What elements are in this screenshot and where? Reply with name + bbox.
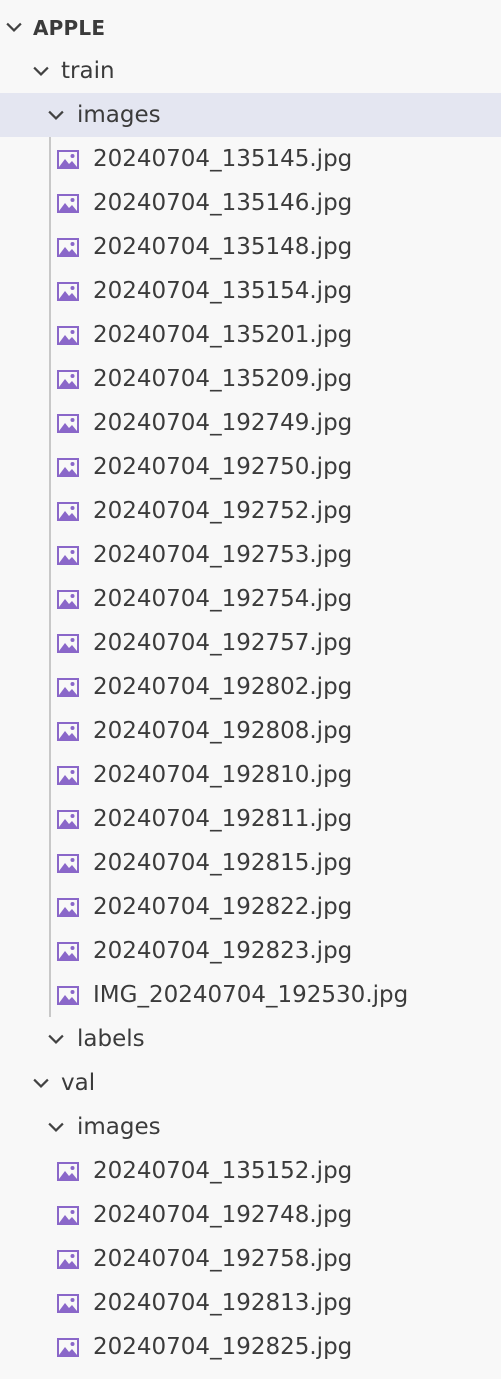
- chevron-down-icon[interactable]: [30, 1072, 52, 1094]
- image-file-icon: [56, 853, 80, 874]
- image-file-icon: [56, 369, 80, 390]
- file-name-label: 20240704_192823.jpg: [93, 938, 353, 964]
- file-item[interactable]: 20240704_135152.jpg: [0, 1149, 501, 1193]
- file-name-label: 20240704_192802.jpg: [93, 674, 353, 700]
- file-name-label: 20240704_135148.jpg: [93, 234, 353, 260]
- file-item[interactable]: 20240704_192813.jpg: [0, 1281, 501, 1325]
- image-file-icon: [56, 237, 80, 258]
- image-file-icon: [56, 1249, 80, 1270]
- file-item[interactable]: 20240704_192823.jpg: [0, 929, 501, 973]
- folder-label-labels: labels: [77, 1026, 145, 1052]
- file-item[interactable]: 20240704_192822.jpg: [0, 885, 501, 929]
- image-file-icon: [56, 941, 80, 962]
- image-file-icon: [56, 1205, 80, 1226]
- file-item[interactable]: IMG_20240704_192530.jpg: [0, 973, 501, 1017]
- file-item[interactable]: 20240704_192754.jpg: [0, 577, 501, 621]
- file-name-label: 20240704_135152.jpg: [93, 1158, 353, 1184]
- file-item[interactable]: 20240704_135146.jpg: [0, 181, 501, 225]
- image-file-icon: [56, 633, 80, 654]
- image-file-icon: [56, 193, 80, 214]
- file-name-label: 20240704_135154.jpg: [93, 278, 353, 304]
- file-item[interactable]: 20240704_192810.jpg: [0, 753, 501, 797]
- image-file-icon: [56, 1293, 80, 1314]
- file-item[interactable]: 20240704_192757.jpg: [0, 621, 501, 665]
- chevron-down-icon[interactable]: [45, 1028, 67, 1050]
- image-file-icon: [56, 985, 80, 1006]
- file-name-label: 20240704_192752.jpg: [93, 498, 353, 524]
- train-images-file-list: 20240704_135145.jpg 20240704_135146.jpg 20…: [0, 137, 501, 1017]
- image-file-icon: [56, 413, 80, 434]
- file-name-label: 20240704_135209.jpg: [93, 366, 353, 392]
- file-name-label: 20240704_192757.jpg: [93, 630, 353, 656]
- image-file-icon: [56, 589, 80, 610]
- file-explorer-tree: APPLE train images 20240704_135145.jpg 20…: [0, 5, 501, 1369]
- image-file-icon: [56, 545, 80, 566]
- indent-guide: [49, 137, 51, 1017]
- file-name-label: 20240704_192822.jpg: [93, 894, 353, 920]
- file-name-label: 20240704_192825.jpg: [93, 1334, 353, 1360]
- root-folder-label: APPLE: [33, 16, 106, 40]
- image-file-icon: [56, 1337, 80, 1358]
- folder-label-val: val: [61, 1070, 96, 1096]
- file-name-label: 20240704_192813.jpg: [93, 1290, 353, 1316]
- file-name-label: IMG_20240704_192530.jpg: [93, 982, 409, 1008]
- folder-label-train: train: [61, 58, 115, 84]
- tree-folder-train[interactable]: train: [0, 49, 501, 93]
- image-file-icon: [56, 809, 80, 830]
- file-item[interactable]: 20240704_192825.jpg: [0, 1325, 501, 1369]
- file-name-label: 20240704_135145.jpg: [93, 146, 353, 172]
- chevron-down-icon[interactable]: [3, 16, 25, 38]
- image-file-icon: [56, 501, 80, 522]
- folder-label-images: images: [77, 1114, 161, 1140]
- image-file-icon: [56, 281, 80, 302]
- file-name-label: 20240704_192810.jpg: [93, 762, 353, 788]
- file-name-label: 20240704_192749.jpg: [93, 410, 353, 436]
- tree-root-folder[interactable]: APPLE: [0, 5, 501, 49]
- file-item[interactable]: 20240704_135209.jpg: [0, 357, 501, 401]
- image-file-icon: [56, 897, 80, 918]
- file-item[interactable]: 20240704_135148.jpg: [0, 225, 501, 269]
- file-item[interactable]: 20240704_135154.jpg: [0, 269, 501, 313]
- image-file-icon: [56, 325, 80, 346]
- chevron-down-icon[interactable]: [30, 60, 52, 82]
- file-item[interactable]: 20240704_135145.jpg: [0, 137, 501, 181]
- image-file-icon: [56, 1161, 80, 1182]
- folder-label-images: images: [77, 102, 161, 128]
- file-name-label: 20240704_192753.jpg: [93, 542, 353, 568]
- tree-folder-val[interactable]: val: [0, 1061, 501, 1105]
- image-file-icon: [56, 721, 80, 742]
- file-item[interactable]: 20240704_192758.jpg: [0, 1237, 501, 1281]
- file-name-label: 20240704_192748.jpg: [93, 1202, 353, 1228]
- image-file-icon: [56, 677, 80, 698]
- file-item[interactable]: 20240704_192753.jpg: [0, 533, 501, 577]
- file-item[interactable]: 20240704_192802.jpg: [0, 665, 501, 709]
- file-name-label: 20240704_192758.jpg: [93, 1246, 353, 1272]
- file-name-label: 20240704_135146.jpg: [93, 190, 353, 216]
- file-name-label: 20240704_192808.jpg: [93, 718, 353, 744]
- chevron-down-icon[interactable]: [45, 104, 67, 126]
- image-file-icon: [56, 765, 80, 786]
- tree-folder-train-labels[interactable]: labels: [0, 1017, 501, 1061]
- file-name-label: 20240704_192815.jpg: [93, 850, 353, 876]
- tree-folder-val-images[interactable]: images: [0, 1105, 501, 1149]
- image-file-icon: [56, 149, 80, 170]
- file-item[interactable]: 20240704_135201.jpg: [0, 313, 501, 357]
- tree-folder-train-images[interactable]: images: [0, 93, 501, 137]
- file-item[interactable]: 20240704_192748.jpg: [0, 1193, 501, 1237]
- file-item[interactable]: 20240704_192811.jpg: [0, 797, 501, 841]
- image-file-icon: [56, 457, 80, 478]
- file-item[interactable]: 20240704_192752.jpg: [0, 489, 501, 533]
- file-item[interactable]: 20240704_192749.jpg: [0, 401, 501, 445]
- file-item[interactable]: 20240704_192815.jpg: [0, 841, 501, 885]
- file-item[interactable]: 20240704_192808.jpg: [0, 709, 501, 753]
- chevron-down-icon[interactable]: [45, 1116, 67, 1138]
- file-name-label: 20240704_192811.jpg: [93, 806, 353, 832]
- file-name-label: 20240704_135201.jpg: [93, 322, 353, 348]
- file-name-label: 20240704_192750.jpg: [93, 454, 353, 480]
- file-item[interactable]: 20240704_192750.jpg: [0, 445, 501, 489]
- val-images-file-list: 20240704_135152.jpg 20240704_192748.jpg 20…: [0, 1149, 501, 1369]
- file-name-label: 20240704_192754.jpg: [93, 586, 353, 612]
